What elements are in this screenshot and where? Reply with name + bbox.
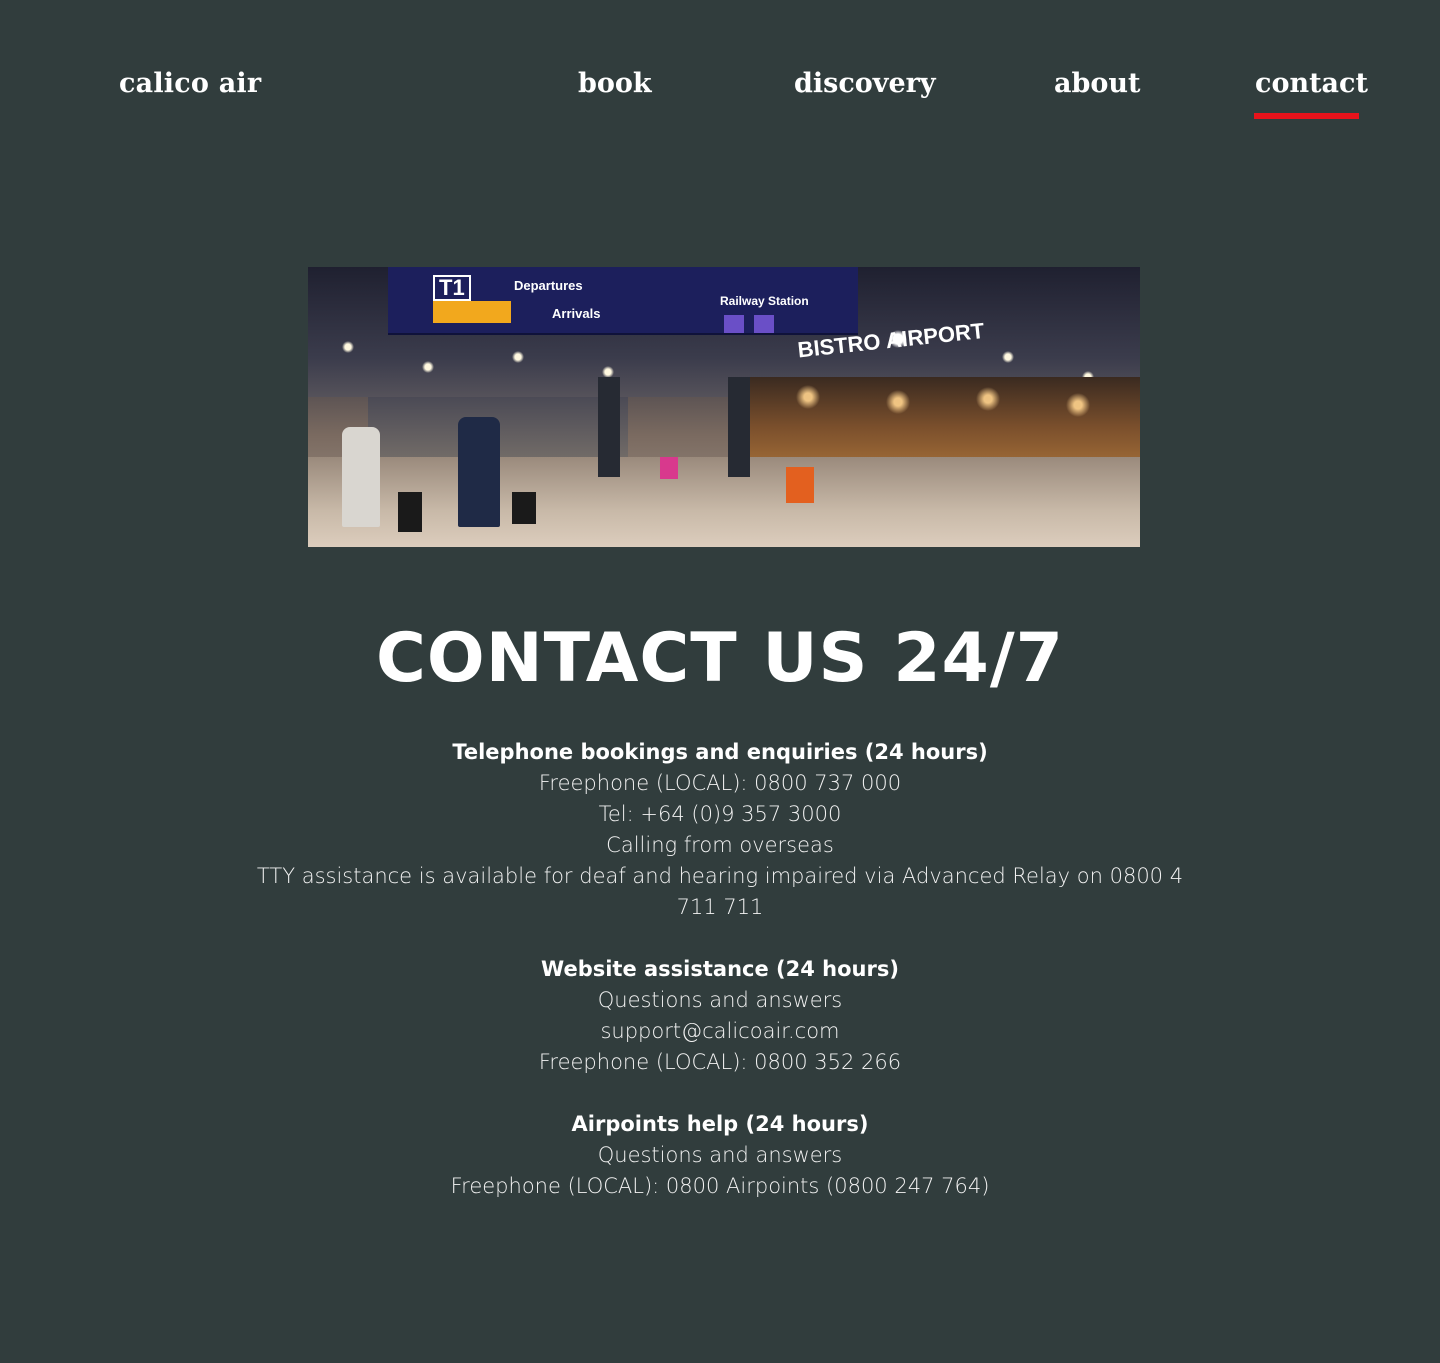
tty-assistance-text: TTY assistance is available for deaf and… (256, 864, 1184, 919)
section-heading: Website assistance (24 hours) (541, 957, 899, 981)
freephone-website-number: Freephone (LOCAL): 0800 352 266 (538, 1050, 902, 1074)
hero-traveler (342, 427, 380, 527)
contact-info: Telephone bookings and enquiries (24 hou… (240, 737, 1200, 1233)
hero-pillar (598, 377, 620, 477)
freephone-airpoints-number: Freephone (LOCAL): 0800 Airpoints (0800 … (450, 1174, 990, 1198)
calling-overseas-link[interactable]: Calling from overseas (240, 830, 1200, 861)
telephone-section: Telephone bookings and enquiries (24 hou… (240, 737, 1200, 923)
site-header: calico air book discovery about contact (0, 0, 1440, 140)
hero-pillar (728, 377, 750, 477)
support-email-link[interactable]: support@calicoair.com (240, 1016, 1200, 1047)
hero-sign-t1: T1 (433, 275, 471, 301)
hero-traveler (458, 417, 500, 527)
website-assistance-section: Website assistance (24 hours) Questions … (240, 954, 1200, 1078)
questions-answers-link[interactable]: Questions and answers (240, 985, 1200, 1016)
parking-icon (724, 315, 744, 333)
hero-luggage (398, 492, 422, 532)
parking-icon (754, 315, 774, 333)
active-nav-indicator (1254, 113, 1359, 119)
hero-sign-railway: Railway Station (720, 294, 809, 308)
nav-discovery-link[interactable]: discovery (794, 70, 936, 97)
airpoints-section: Airpoints help (24 hours) Questions and … (240, 1109, 1200, 1202)
nav-contact-link[interactable]: contact (1255, 70, 1368, 97)
page-title: CONTACT US 24/7 (376, 619, 1064, 698)
hero-gate-tag (433, 301, 511, 323)
section-heading: Telephone bookings and enquiries (24 hou… (452, 740, 988, 764)
hero-sign-arrivals: Arrivals (552, 306, 601, 321)
nav-book-link[interactable]: book (578, 70, 652, 97)
hero-luggage (512, 492, 536, 524)
hero-floor (308, 457, 1140, 547)
airport-hero-image: T1 Departures Arrivals Railway Station B… (308, 267, 1140, 547)
brand-logo-link[interactable]: calico air (119, 70, 261, 97)
airpoints-questions-link[interactable]: Questions and answers (240, 1140, 1200, 1171)
freephone-local-number: Freephone (LOCAL): 0800 737 000 (538, 771, 902, 795)
nav-about-link[interactable]: about (1054, 70, 1140, 97)
hero-sign-departures: Departures (514, 278, 583, 293)
section-heading: Airpoints help (24 hours) (571, 1112, 869, 1136)
hero-suitcase (660, 457, 678, 479)
hero-suitcase (786, 467, 814, 503)
tel-number: Tel: +64 (0)9 357 3000 (598, 802, 842, 826)
